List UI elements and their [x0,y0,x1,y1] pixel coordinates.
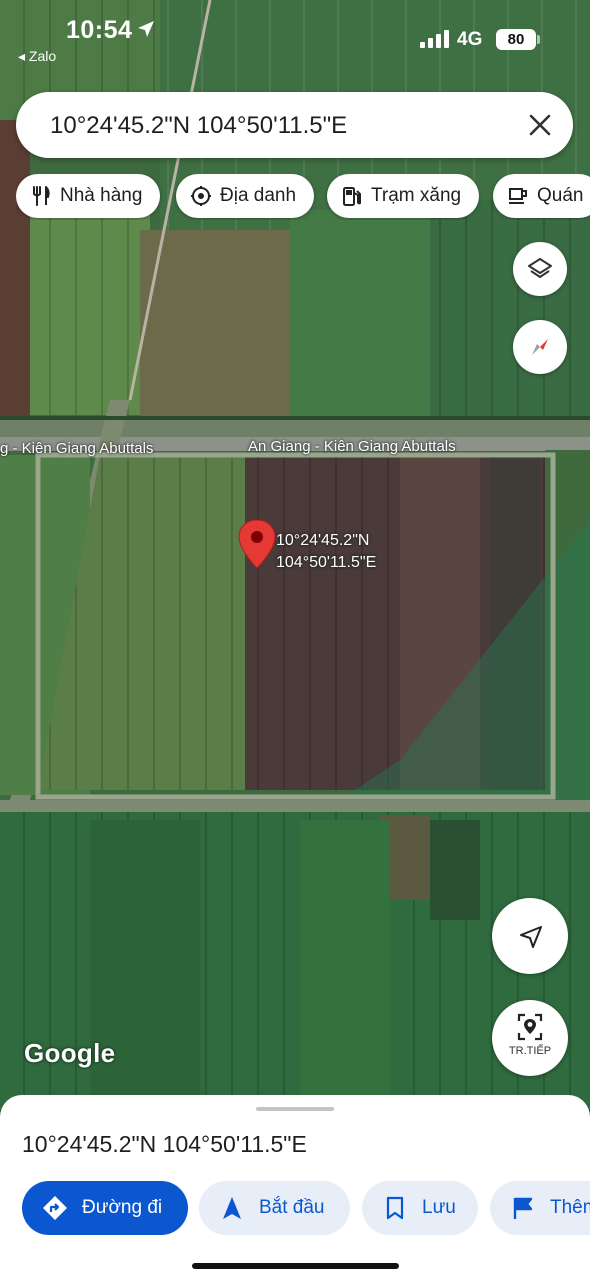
battery-cap [537,35,540,44]
status-bar: 10:54 ◂ Zalo 4G 80 [0,0,590,70]
chip-cafes[interactable]: Quán [493,174,590,218]
status-time: 10:54 [66,16,133,44]
compass-button[interactable] [513,320,567,374]
battery-indicator: 80 [496,29,536,50]
maps-screen: g - Kiên Giang Abuttals An Giang - Kiên … [0,0,590,1280]
road-label-left: g - Kiên Giang Abuttals [0,440,154,457]
cafe-cup-icon [509,188,527,204]
pin-coordinates-label: 10°24'45.2"N 104°50'11.5"E [276,530,376,574]
my-location-button[interactable] [492,898,568,974]
compass-icon [532,339,548,355]
road-label-right: An Giang - Kiên Giang Abuttals [248,438,456,455]
search-bar[interactable]: 10°24'45.2"N 104°50'11.5"E [16,92,573,158]
sheet-drag-handle[interactable] [256,1107,334,1111]
place-bottom-sheet: 10°24'45.2"N 104°50'11.5"E Đường đi Bắt … [0,1095,590,1280]
directions-label: Đường đi [82,1197,163,1218]
layers-icon [528,258,552,278]
chip-gas-stations[interactable]: Trạm xăng [327,174,480,218]
landmark-icon [191,186,211,206]
navigation-arrow-icon [520,926,542,948]
start-button[interactable]: Bắt đầu [199,1181,350,1235]
flag-icon [513,1197,533,1219]
next-location-button[interactable]: TR.TIẾP [492,1000,568,1076]
network-type: 4G [457,29,483,50]
bookmark-icon [386,1196,404,1220]
navigation-arrow-icon [223,1197,241,1219]
next-button-label: TR.TIẾP [508,1045,552,1057]
location-services-icon [138,21,154,37]
close-icon[interactable] [527,112,553,138]
action-buttons: Đường đi Bắt đầu Lưu Thêm [0,1181,590,1237]
pin-longitude: 104°50'11.5"E [276,554,377,571]
search-input[interactable]: 10°24'45.2"N 104°50'11.5"E [50,112,347,140]
chip-label: Trạm xăng [371,185,462,206]
more-button[interactable]: Thêm [490,1181,590,1235]
place-title: 10°24'45.2"N 104°50'11.5"E [22,1131,307,1157]
chip-label: Nhà hàng [60,185,143,206]
pin-latitude: 10°24'45.2"N [276,532,370,549]
google-logo: Google [24,1038,116,1068]
chip-label: Quán [537,185,584,206]
category-chips: Nhà hàng Địa danh Trạm xăng Quán [16,174,590,220]
directions-button[interactable]: Đường đi [22,1181,188,1235]
more-label: Thêm [550,1197,590,1218]
location-scan-icon [517,1013,543,1041]
save-label: Lưu [422,1197,456,1218]
directions-icon [43,1196,67,1220]
chip-landmarks[interactable]: Địa danh [176,174,315,218]
layers-button[interactable] [513,242,567,296]
home-indicator [192,1263,399,1269]
chip-restaurants[interactable]: Nhà hàng [16,174,161,218]
cellular-signal-icon [420,30,449,48]
chip-label: Địa danh [220,185,297,206]
start-label: Bắt đầu [259,1197,325,1218]
fork-knife-icon [33,186,50,206]
save-button[interactable]: Lưu [362,1181,478,1235]
back-to-app-link[interactable]: ◂ Zalo [18,48,56,65]
fuel-pump-icon [343,187,361,206]
